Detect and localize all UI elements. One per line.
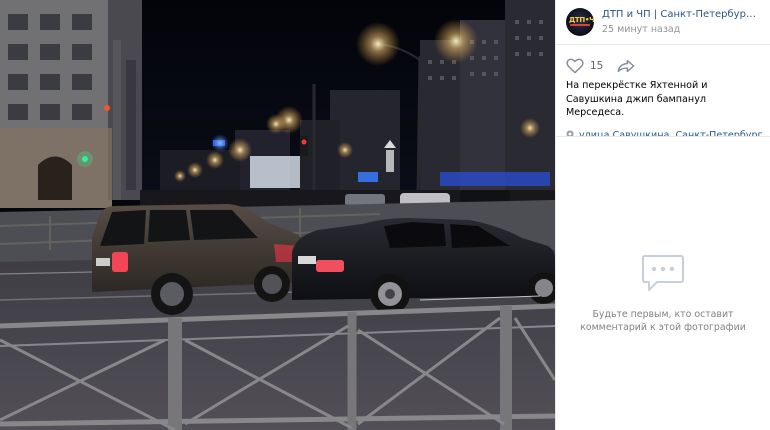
post-time[interactable]: 25 минут назад xyxy=(602,23,760,36)
avatar-logo-bar xyxy=(570,24,590,26)
comments-empty-text: Будьте первым, кто оставит комментарий к… xyxy=(580,309,746,333)
post-actions: 15 xyxy=(556,45,770,75)
avatar[interactable]: ДТП•ЧП xyxy=(566,8,594,36)
share-button[interactable] xyxy=(617,59,635,73)
author-meta: ДТП и ЧП | Санкт-Петербург | Питер 25 ми… xyxy=(602,8,760,36)
share-arrow-icon xyxy=(618,59,635,72)
avatar-logo-text: ДТП•ЧП xyxy=(569,16,594,24)
heart-icon xyxy=(566,58,584,73)
like-button[interactable]: 15 xyxy=(566,58,603,74)
photo-viewer[interactable] xyxy=(0,0,555,430)
like-count: 15 xyxy=(590,59,604,72)
photo-sidebar: ДТП•ЧП ДТП и ЧП | Санкт-Петербург | Пите… xyxy=(555,0,770,430)
post-caption: На перекрёстке Яхтенной и Савушкина джип… xyxy=(566,80,708,118)
post-author: ДТП•ЧП ДТП и ЧП | Санкт-Петербург | Пите… xyxy=(556,0,770,44)
author-name-link[interactable]: ДТП и ЧП | Санкт-Петербург | Питер xyxy=(602,8,760,22)
comments-section: Будьте первым, кто оставит комментарий к… xyxy=(556,136,770,430)
comment-bubble-icon xyxy=(642,255,684,291)
street-photo xyxy=(0,0,555,430)
